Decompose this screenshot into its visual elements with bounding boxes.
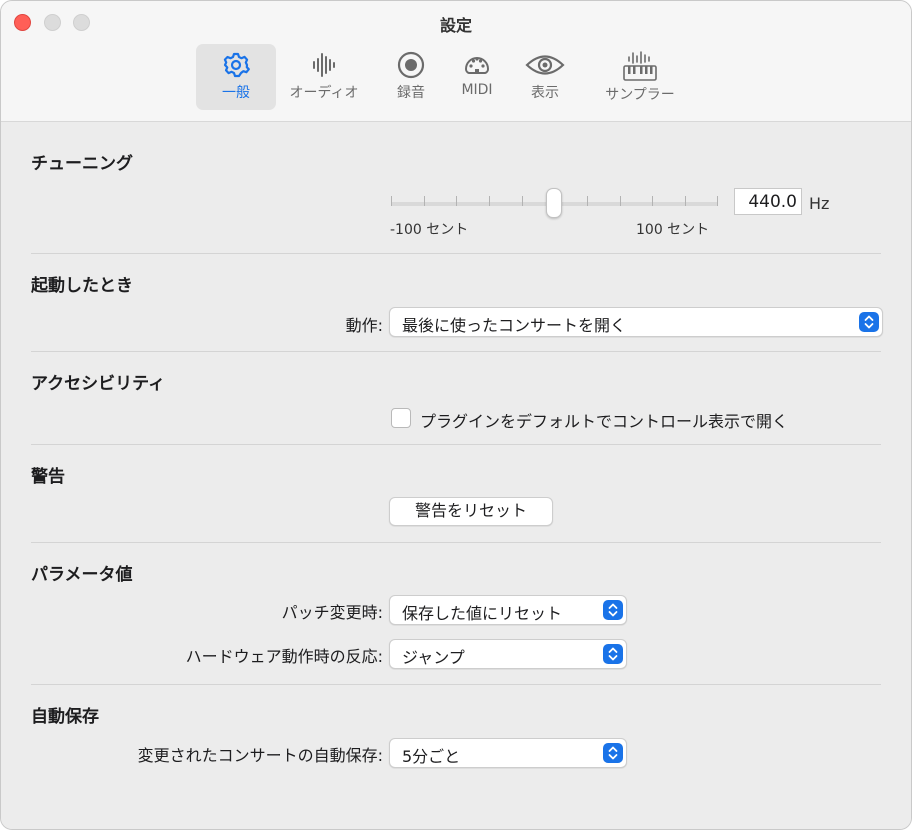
startup-action-popup[interactable]: 最後に使ったコンサートを開く (389, 307, 883, 337)
popup-value: 保存した値にリセット (402, 604, 563, 623)
tab-midi[interactable]: MIDI (448, 44, 506, 110)
hardware-response-label: ハードウェア動作時の反応: (185, 647, 383, 666)
tab-audio[interactable]: オーディオ (280, 44, 368, 110)
divider (31, 444, 881, 445)
slider-tick (489, 196, 490, 206)
tab-label: MIDI (461, 82, 493, 98)
section-title-startup: 起動したとき (31, 276, 133, 296)
settings-content: チューニング -100 セント 100 セント 440.0 Hz 起動したとき … (1, 122, 911, 829)
open-plugins-controls-checkbox[interactable] (391, 408, 411, 428)
settings-window: 設定 一般 オーディオ 録音 MIDI 表示 サンプラー チューニング -100… (0, 0, 912, 830)
tab-label: 一般 (222, 85, 250, 101)
eye-icon (525, 55, 565, 75)
midi-connector-icon (465, 57, 489, 74)
chevron-up-down-icon (603, 743, 623, 763)
tab-label: 表示 (531, 85, 559, 101)
chevron-up-down-icon (603, 600, 623, 620)
slider-tick (456, 196, 457, 206)
tab-sampler[interactable]: サンプラー (595, 44, 685, 110)
sampler-keyboard-icon (623, 51, 657, 81)
section-title-autosave: 自動保存 (31, 707, 99, 727)
titlebar: 設定 一般 オーディオ 録音 MIDI 表示 サンプラー (1, 1, 911, 122)
popup-value: ジャンプ (402, 648, 465, 667)
slider-tick (620, 196, 621, 206)
popup-value: 5分ごと (402, 747, 461, 766)
popup-value: 最後に使ったコンサートを開く (402, 316, 627, 335)
autosave-interval-popup[interactable]: 5分ごと (389, 738, 627, 768)
slider-tick (652, 196, 653, 206)
patch-change-label: パッチ変更時: (281, 603, 383, 622)
tab-view[interactable]: 表示 (516, 44, 574, 110)
tab-general[interactable]: 一般 (196, 44, 276, 110)
section-title-tuning: チューニング (31, 154, 133, 174)
gear-icon (223, 52, 250, 78)
slider-tick (685, 196, 686, 206)
tab-label: 録音 (397, 85, 425, 101)
slider-tick (424, 196, 425, 206)
patch-change-popup[interactable]: 保存した値にリセット (389, 595, 627, 625)
chevron-up-down-icon (859, 312, 879, 332)
tab-record[interactable]: 録音 (382, 44, 440, 110)
tuning-frequency-field[interactable]: 440.0 (734, 188, 802, 215)
divider (31, 684, 881, 685)
chevron-up-down-icon (603, 644, 623, 664)
tuning-slider-knob[interactable] (546, 188, 562, 218)
divider (31, 542, 881, 543)
slider-tick (587, 196, 588, 206)
window-title: 設定 (439, 16, 472, 35)
hardware-response-popup[interactable]: ジャンプ (389, 639, 627, 669)
slider-tick (717, 196, 718, 206)
tuning-unit-label: Hz (809, 194, 830, 213)
tab-label: オーディオ (289, 85, 359, 101)
divider (31, 351, 881, 352)
startup-action-label: 動作: (345, 316, 383, 335)
waveform-icon (313, 53, 335, 77)
divider (31, 253, 881, 254)
reset-warnings-button[interactable]: 警告をリセット (389, 497, 553, 526)
autosave-label: 変更されたコンサートの自動保存: (137, 746, 383, 765)
record-icon (397, 51, 425, 79)
section-title-accessibility: アクセシビリティ (31, 374, 166, 394)
section-title-warnings: 警告 (31, 467, 65, 487)
slider-tick (522, 196, 523, 206)
tuning-min-label: -100 セント (390, 222, 469, 238)
tab-label: サンプラー (605, 87, 675, 103)
slider-tick (391, 196, 392, 206)
section-title-parameters: パラメータ値 (31, 565, 133, 585)
tuning-max-label: 100 セント (636, 222, 710, 238)
open-plugins-controls-label[interactable]: プラグインをデフォルトでコントロール表示で開く (420, 408, 788, 432)
